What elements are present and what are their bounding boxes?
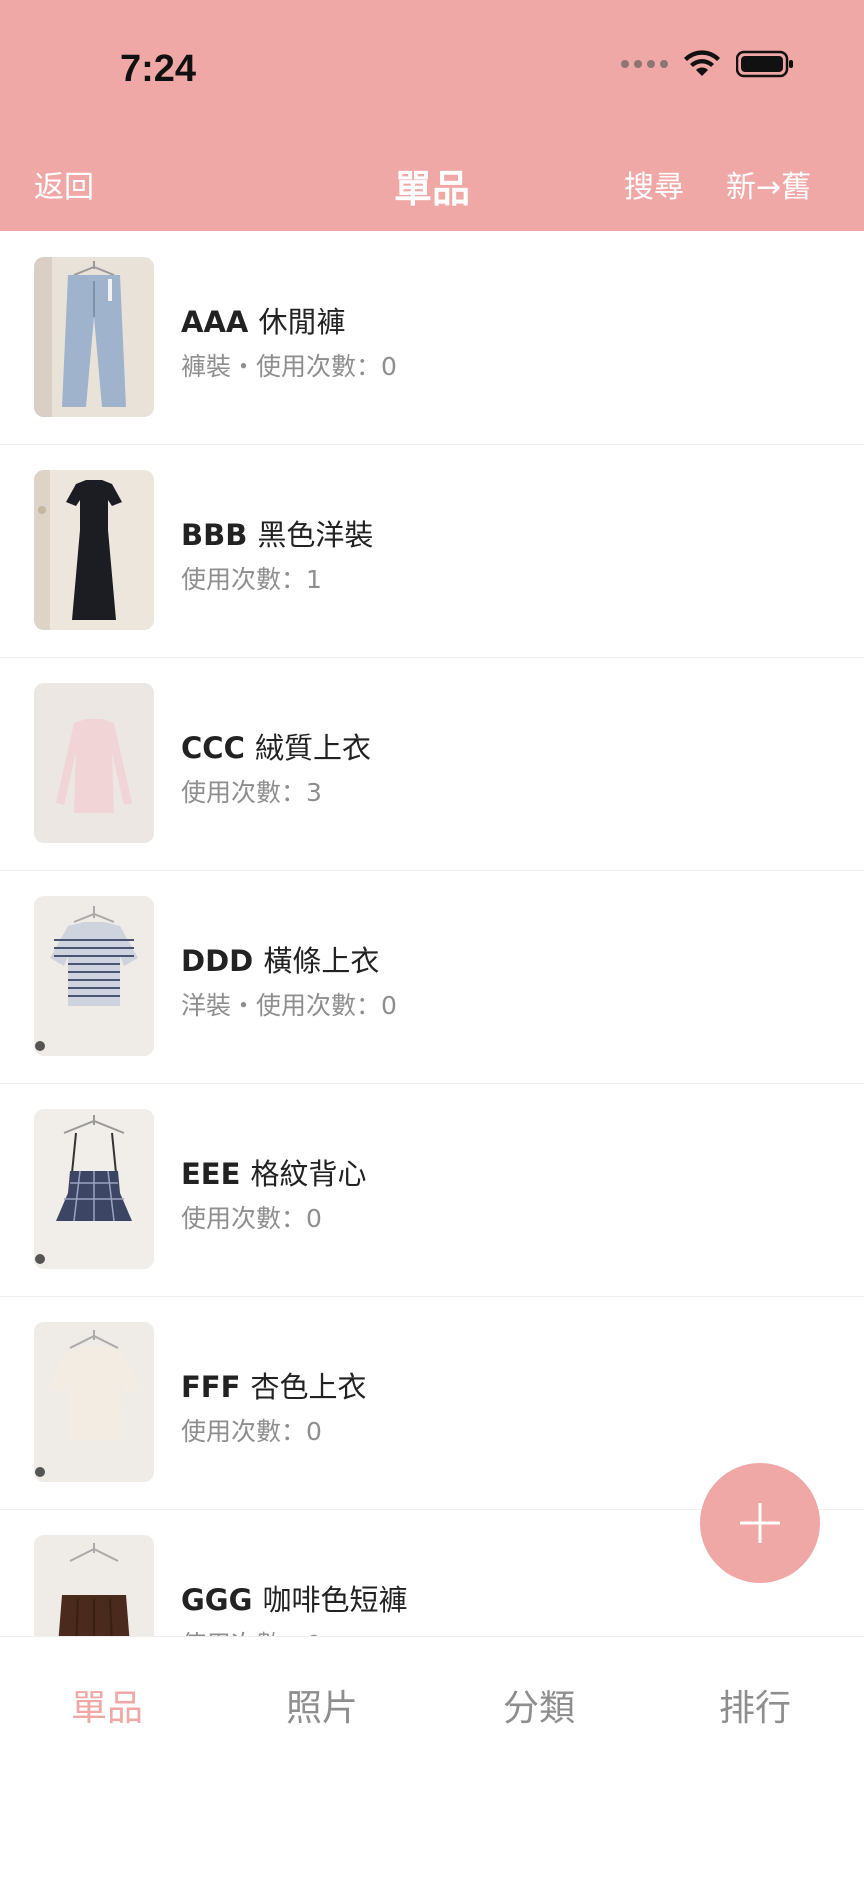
status-time: 7:24 [120,48,197,90]
item-thumbnail [34,257,154,417]
search-button[interactable]: 搜尋 [624,162,684,206]
item-code: DDD [181,944,254,978]
item-code: AAA [181,305,249,339]
item-code: BBB [181,518,248,552]
add-item-button[interactable] [700,1463,820,1583]
item-code: GGG [181,1583,253,1617]
item-thumbnail [34,1322,154,1482]
list-item[interactable]: CCC 絨質上衣 使用次數：3 [0,657,864,871]
tab-items[interactable]: 單品 [7,1679,207,1731]
list-item[interactable]: BBB 黑色洋裝 使用次數：1 [0,444,864,658]
item-title: BBB 黑色洋裝 [181,512,373,554]
item-code: FFF [181,1370,241,1404]
item-subtitle: 使用次數：1 [181,565,322,594]
list-item[interactable]: DDD 橫條上衣 洋裝・使用次數：0 [0,870,864,1084]
item-subtitle: 使用次數：0 [181,1204,322,1233]
item-subtitle: 使用次數：0 [181,1625,322,1636]
wifi-icon [684,50,720,76]
item-thumbnail [34,683,154,843]
item-thumbnail [34,896,154,1056]
item-title: EEE 格紋背心 [181,1151,367,1193]
app-header: 7:24 返回 單品 搜尋 新→舊 [0,0,864,231]
tab-categories[interactable]: 分類 [439,1679,639,1731]
item-subtitle: 褲裝・使用次數：0 [181,352,397,381]
item-name: 格紋背心 [250,1157,367,1191]
item-subtitle: 使用次數：0 [181,1417,322,1446]
item-subtitle: 使用次數：3 [181,778,322,807]
status-icons [621,50,794,78]
item-list[interactable]: AAA 休閒褲 褲裝・使用次數：0 BBB 黑色洋裝 使用次數：1 CCC 絨質… [0,231,864,1636]
item-title: AAA 休閒褲 [181,299,345,341]
tab-photos[interactable]: 照片 [222,1679,422,1731]
item-code: EEE [181,1157,241,1191]
tab-bar: 單品 照片 分類 排行 [0,1636,864,1879]
item-name: 黑色洋裝 [257,518,374,552]
item-title: GGG 咖啡色短褲 [181,1577,408,1619]
sort-order-button[interactable]: 新→舊 [726,162,811,206]
plus-icon [740,1503,780,1543]
signal-icon [621,60,668,68]
list-item[interactable]: AAA 休閒褲 褲裝・使用次數：0 [0,231,864,445]
item-name: 杏色上衣 [250,1370,367,1404]
list-item[interactable]: EEE 格紋背心 使用次數：0 [0,1083,864,1297]
item-name: 休閒褲 [258,305,346,339]
item-title: DDD 橫條上衣 [181,938,379,980]
item-name: 咖啡色短褲 [262,1583,408,1617]
item-title: FFF 杏色上衣 [181,1364,367,1406]
tab-ranking[interactable]: 排行 [655,1679,855,1731]
item-code: CCC [181,731,245,765]
item-thumbnail [34,1535,154,1636]
item-title: CCC 絨質上衣 [181,725,371,767]
battery-icon [736,50,793,78]
item-name: 絨質上衣 [254,731,371,765]
item-thumbnail [34,1109,154,1269]
item-name: 橫條上衣 [263,944,380,978]
item-thumbnail [34,470,154,630]
item-subtitle: 洋裝・使用次數：0 [181,991,397,1020]
